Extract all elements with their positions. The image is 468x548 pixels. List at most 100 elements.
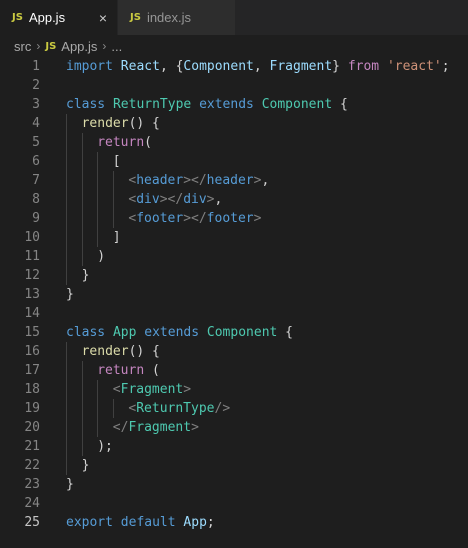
code-token: default xyxy=(120,515,176,530)
breadcrumb: src › JS App.js › ... xyxy=(0,35,468,57)
code-text: <div></div>, xyxy=(66,190,222,209)
code-line[interactable]: 11) xyxy=(0,247,468,266)
tab-bar-empty-space xyxy=(236,0,468,35)
code-token: /> xyxy=(214,401,231,416)
line-number: 12 xyxy=(24,268,40,283)
code-line[interactable]: 15 class App extends Component { xyxy=(0,323,468,342)
line-number: 7 xyxy=(32,173,40,188)
chevron-right-icon: › xyxy=(102,39,107,53)
code-token: div xyxy=(136,192,160,207)
code-text: } xyxy=(66,266,90,285)
code-token: header xyxy=(206,173,254,188)
javascript-file-icon: JS xyxy=(130,12,141,23)
code-line[interactable]: 9 <footer></footer> xyxy=(0,209,468,228)
code-token: Component xyxy=(183,59,254,74)
code-line[interactable]: 20 </Fragment> xyxy=(0,418,468,437)
code-token: Fragment xyxy=(128,420,192,435)
code-token: { xyxy=(332,97,348,112)
breadcrumb-folder[interactable]: src xyxy=(14,39,31,54)
code-token: > xyxy=(191,420,199,435)
code-text: } xyxy=(66,475,74,494)
code-line[interactable]: 1 import React, {Component, Fragment} fro… xyxy=(0,57,468,76)
code-token: Fragment xyxy=(269,59,333,74)
code-token: App xyxy=(112,325,137,340)
code-token: footer xyxy=(136,211,184,226)
line-number: 3 xyxy=(32,97,40,112)
code-token: 'react' xyxy=(386,59,442,74)
code-line[interactable]: 16 render() { xyxy=(0,342,468,361)
code-line[interactable]: 8 <div></div>, xyxy=(0,190,468,209)
code-text: import React, {Component, Fragment} from… xyxy=(66,57,450,76)
line-number: 4 xyxy=(32,116,40,131)
code-token: React xyxy=(120,59,160,74)
chevron-right-icon: › xyxy=(36,39,41,53)
line-number: 10 xyxy=(24,230,40,245)
code-editor[interactable]: 1 import React, {Component, Fragment} fro… xyxy=(0,57,468,532)
tab-label: App.js xyxy=(28,10,66,25)
code-token: () { xyxy=(128,344,160,359)
code-token: } xyxy=(81,458,90,473)
code-text: ); xyxy=(66,437,113,456)
code-line[interactable]: 7 <header></header>, xyxy=(0,171,468,190)
code-line[interactable]: 2 xyxy=(0,76,468,95)
code-line[interactable]: 13} xyxy=(0,285,468,304)
code-token: } xyxy=(66,477,74,492)
code-token: from xyxy=(347,59,380,74)
code-line[interactable]: 5 return( xyxy=(0,133,468,152)
tab-label: index.js xyxy=(146,10,192,25)
tab-app-js[interactable]: JS App.js × xyxy=(0,0,118,35)
code-token: ></ xyxy=(159,192,184,207)
breadcrumb-symbol[interactable]: ... xyxy=(111,39,122,54)
line-number: 9 xyxy=(32,211,40,226)
code-text: } xyxy=(66,456,90,475)
code-token: extends xyxy=(199,97,254,112)
code-token: footer xyxy=(206,211,254,226)
line-number: 22 xyxy=(24,458,40,473)
code-token: { xyxy=(277,325,294,340)
code-token: ( xyxy=(144,135,152,150)
code-line[interactable]: 4 render() { xyxy=(0,114,468,133)
code-token: App xyxy=(183,515,207,530)
code-line[interactable]: 14 xyxy=(0,304,468,323)
code-line[interactable]: 23} xyxy=(0,475,468,494)
code-token: > xyxy=(206,192,215,207)
code-token: ; xyxy=(206,515,215,530)
code-text: ] xyxy=(66,228,121,247)
line-number: 14 xyxy=(24,306,40,321)
code-text: </Fragment> xyxy=(66,418,199,437)
code-text: class ReturnType extends Component { xyxy=(66,95,348,114)
code-line[interactable]: 6[ xyxy=(0,152,468,171)
code-line[interactable]: 24 xyxy=(0,494,468,513)
line-number: 13 xyxy=(24,287,40,302)
code-line[interactable]: 22} xyxy=(0,456,468,475)
line-number: 19 xyxy=(24,401,40,416)
line-number: 5 xyxy=(32,135,40,150)
code-token: return xyxy=(97,135,145,150)
tab-index-js[interactable]: JS index.js xyxy=(118,0,236,35)
code-token: ) xyxy=(97,249,106,264)
code-line[interactable]: 3 class ReturnType extends Component { xyxy=(0,95,468,114)
code-line[interactable]: 18 <Fragment> xyxy=(0,380,468,399)
close-icon[interactable]: × xyxy=(99,10,107,26)
code-token: > xyxy=(183,382,192,397)
code-line[interactable]: 12} xyxy=(0,266,468,285)
breadcrumb-file[interactable]: App.js xyxy=(61,39,97,54)
code-line[interactable]: 19 <ReturnType/> xyxy=(0,399,468,418)
code-token: ReturnType xyxy=(136,401,215,416)
code-text: return ( xyxy=(66,361,160,380)
line-number: 8 xyxy=(32,192,40,207)
line-number: 2 xyxy=(32,78,40,93)
code-line[interactable]: 21); xyxy=(0,437,468,456)
code-token: class xyxy=(66,97,106,112)
code-text: render() { xyxy=(66,114,160,133)
code-token: , xyxy=(253,59,270,74)
javascript-file-icon: JS xyxy=(12,12,23,23)
code-line[interactable]: 25 export default App; xyxy=(0,513,468,532)
code-line[interactable]: 10] xyxy=(0,228,468,247)
code-text: export default App; xyxy=(66,513,215,532)
javascript-file-icon: JS xyxy=(45,40,57,52)
code-line[interactable]: 17 return ( xyxy=(0,361,468,380)
